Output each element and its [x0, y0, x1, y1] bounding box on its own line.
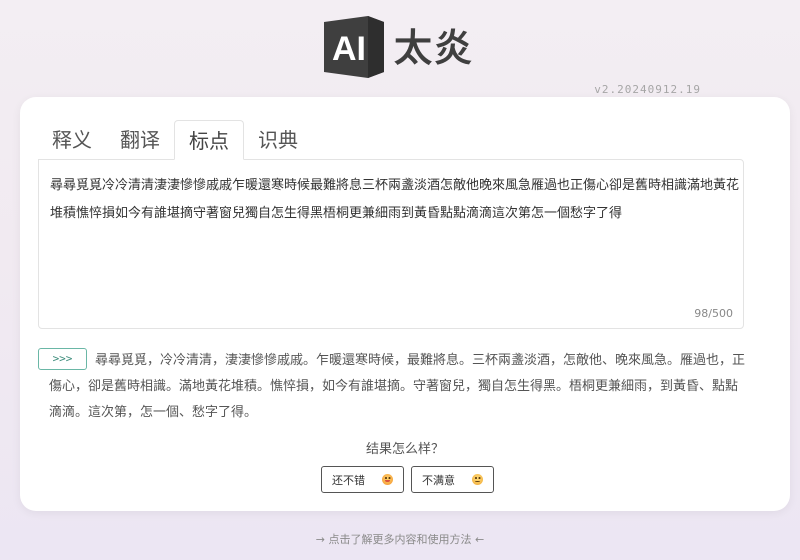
run-punctuation-button[interactable]: >>> [38, 348, 87, 370]
punctuated-result-text: 尋尋覓覓，冷冷清清，淒淒慘慘戚戚。乍暖還寒時候，最難將息。三杯兩盞淡酒，怎敵他、… [49, 353, 746, 420]
tab-explain[interactable]: 释义 [38, 120, 106, 160]
version-label: v2.20240912.19 [594, 83, 701, 96]
tab-bar: 释义 翻译 标点 识典 [38, 120, 312, 160]
logo-mark-icon: AI [324, 16, 384, 78]
source-text-value[interactable]: 尋尋覓覓冷冷清清淒淒慘慘戚戚乍暖還寒時候最難將息三杯兩盞淡酒怎敵他晚來風急雁過也… [50, 172, 740, 228]
feedback-bad-label: 不满意 [422, 473, 455, 487]
source-text-input[interactable]: 尋尋覓覓冷冷清清淒淒慘慘戚戚乍暖還寒時候最難將息三杯兩盞淡酒怎敵他晚來風急雁過也… [38, 159, 744, 329]
pensive-face-emoji-icon [472, 474, 483, 485]
feedback-good-label: 还不错 [332, 473, 365, 487]
logo-mark-text: AI [332, 30, 366, 68]
logo-name: 太炎 [394, 26, 475, 70]
tab-dictionary[interactable]: 识典 [244, 120, 312, 160]
tab-translate[interactable]: 翻译 [106, 120, 174, 160]
learn-more-link[interactable]: → 点击了解更多内容和使用方法 ← [0, 531, 800, 547]
feedback-good-button[interactable]: 还不错 [321, 466, 404, 493]
tab-punctuate[interactable]: 标点 [174, 120, 244, 160]
app-logo: AI 太炎 [324, 14, 474, 80]
main-card: 释义 翻译 标点 识典 尋尋覓覓冷冷清清淒淒慘慘戚戚乍暖還寒時候最難將息三杯兩盞… [20, 97, 790, 511]
feedback-bad-button[interactable]: 不满意 [411, 466, 494, 493]
grinning-face-emoji-icon [382, 474, 393, 485]
feedback-question: 结果怎么样？ [365, 442, 444, 457]
feedback-buttons: 还不错 不满意 [321, 466, 494, 493]
char-counter: 98/500 [694, 307, 733, 320]
